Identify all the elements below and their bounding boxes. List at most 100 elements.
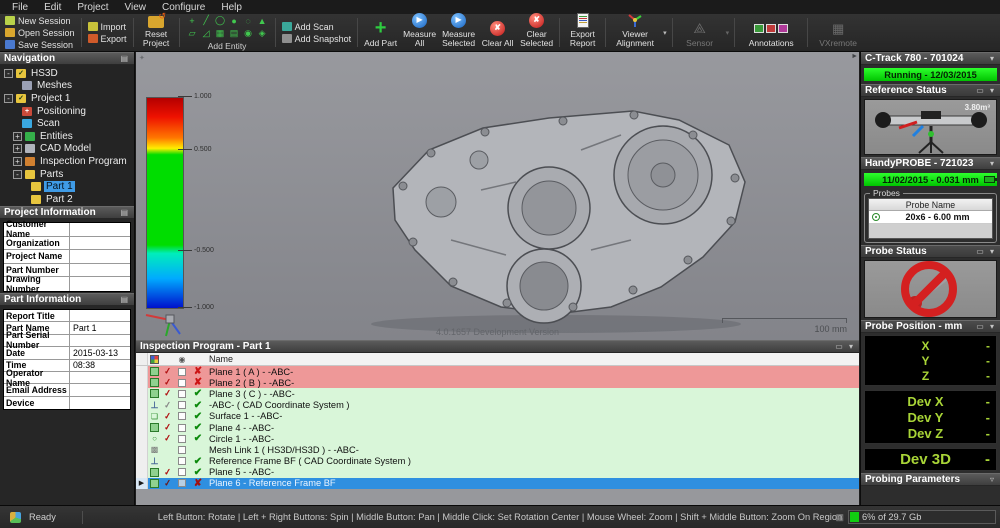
table-row[interactable]: ○✓✔Circle 1 - -ABC-	[136, 433, 859, 444]
menu-file[interactable]: File	[4, 2, 36, 13]
entity-surface-icon[interactable]: ◈	[256, 28, 269, 40]
panel-menu-icon[interactable]: ▤	[120, 208, 130, 217]
table-row[interactable]: ⊥✔Reference Frame BF ( CAD Coordinate Sy…	[136, 456, 859, 467]
menu-view[interactable]: View	[116, 2, 154, 13]
plane-entity-icon	[150, 378, 159, 387]
row-checkbox[interactable]	[178, 446, 186, 454]
collapse-panel-icon[interactable]: ▾	[990, 54, 996, 63]
tree-item-meshes[interactable]: Meshes	[0, 80, 134, 93]
cad-model[interactable]	[331, 90, 781, 335]
row-checkbox[interactable]	[178, 435, 186, 443]
collapse-expander-icon[interactable]: -	[13, 170, 22, 179]
entity-plane-icon[interactable]: ▱	[186, 28, 199, 40]
table-row[interactable]: ✓✔Plane 4 - -ABC-	[136, 422, 859, 433]
row-checkbox[interactable]	[178, 468, 186, 476]
entity-axis-icon[interactable]: +	[186, 15, 199, 27]
entity-point-icon[interactable]: ●	[228, 15, 241, 27]
tree-item-cad-model[interactable]: +CAD Model	[0, 143, 134, 156]
menu-help[interactable]: Help	[213, 2, 250, 13]
add-snapshot-button[interactable]: Add Snapshot	[282, 34, 352, 44]
collapse-section-icon[interactable]: ▾	[990, 86, 996, 95]
tree-item-project1[interactable]: -✓Project 1	[0, 92, 134, 105]
collapse-section-icon[interactable]: ▾	[990, 322, 996, 331]
probing-parameters-header[interactable]: Probing Parameters ▿	[861, 473, 1000, 486]
table-row[interactable]: ✓✘Plane 1 ( A ) - -ABC-	[136, 366, 859, 377]
field-value[interactable]: 2015-03-13	[70, 348, 130, 358]
probe-name: 20x6 - 6.00 mm	[883, 212, 992, 222]
field-value[interactable]: 08:38	[70, 360, 130, 370]
clear-selected-button[interactable]: ✘ Clear Selected	[517, 15, 556, 50]
tree-item-hs3d[interactable]: -✓HS3D	[0, 67, 134, 80]
entity-line-icon[interactable]: ╱	[200, 15, 213, 27]
collapse-section-icon[interactable]: ▾	[990, 247, 996, 256]
collapse-expander-icon[interactable]: +	[13, 157, 22, 166]
export-button[interactable]: Export	[88, 34, 127, 44]
tree-item-part1[interactable]: Part 1	[0, 180, 134, 193]
table-row[interactable]: ▩Mesh Link 1 ( HS3D/HS3D ) - -ABC-	[136, 444, 859, 455]
table-row[interactable]: ✓✔Plane 5 - -ABC-	[136, 467, 859, 478]
entity-sphere-icon[interactable]: ◉	[242, 28, 255, 40]
collapse-expander-icon[interactable]: +	[13, 132, 22, 141]
clear-all-button[interactable]: ✘ Clear All	[478, 15, 517, 50]
table-row-selected[interactable]: ▶✓✘Plane 6 - Reference Frame BF	[136, 478, 859, 489]
row-checkbox[interactable]	[178, 379, 186, 387]
annotations-button[interactable]: Annotations	[738, 15, 804, 50]
field-value[interactable]: Part 1	[70, 323, 130, 333]
collapse-panel-icon[interactable]: ▾	[990, 159, 996, 168]
detach-window-icon[interactable]: ▭	[976, 322, 986, 331]
collapse-panel-icon[interactable]: ▾	[849, 342, 855, 351]
row-checkbox[interactable]	[178, 479, 186, 487]
new-session-button[interactable]: New Session	[5, 16, 75, 26]
save-session-button[interactable]: Save Session	[5, 40, 75, 50]
probe-row[interactable]: 20x6 - 6.00 mm	[869, 211, 992, 224]
entity-ellipse-icon[interactable]: ◌	[242, 15, 255, 27]
reset-project-button[interactable]: ↺ Reset Project	[137, 15, 176, 50]
3d-viewport[interactable]: ✦ ► 1.000 0.500 -0.500 -1.000 4.0.1657 D…	[136, 52, 859, 340]
add-part-button[interactable]: + Add Part	[361, 15, 400, 50]
collapse-section-icon[interactable]: ▿	[990, 475, 996, 484]
menu-edit[interactable]: Edit	[36, 2, 69, 13]
menu-project[interactable]: Project	[69, 2, 116, 13]
collapse-expander-icon[interactable]: -	[4, 69, 13, 78]
row-checkbox[interactable]	[178, 368, 186, 376]
open-session-button[interactable]: Open Session	[5, 28, 75, 38]
detach-window-icon[interactable]: ▭	[835, 342, 845, 351]
detach-window-icon[interactable]: ▭	[976, 86, 986, 95]
tree-item-entities[interactable]: +Entities	[0, 130, 134, 143]
entity-angle-icon[interactable]: ◿	[200, 28, 213, 40]
entity-slab-icon[interactable]: ▤	[228, 28, 241, 40]
measure-all-button[interactable]: ▶ Measure All	[400, 15, 439, 50]
panel-menu-icon[interactable]: ▤	[120, 295, 130, 304]
row-checkbox[interactable]	[178, 401, 186, 409]
row-checkbox[interactable]	[178, 424, 186, 432]
panel-menu-icon[interactable]: ▤	[120, 54, 130, 63]
table-row[interactable]: ❏✓✔Surface 1 - -ABC-	[136, 411, 859, 422]
entity-grid-icon[interactable]: ▦	[214, 28, 227, 40]
tree-item-scan[interactable]: Scan	[0, 117, 134, 130]
import-button[interactable]: Import	[88, 22, 127, 32]
tree-item-part2[interactable]: Part 2	[0, 193, 134, 206]
measure-selected-button[interactable]: ▶ Measure Selected	[439, 15, 478, 50]
panel-collapse-icon[interactable]: ►	[851, 53, 858, 60]
collapse-expander-icon[interactable]: +	[13, 144, 22, 153]
tree-item-positioning[interactable]: +Positioning	[0, 105, 134, 118]
add-entity-group: + ╱ ◯ ● ◌ ▲ ▱ ◿ ▦ ▤ ◉ ◈ Add Entity	[183, 15, 272, 50]
row-checkbox[interactable]	[178, 457, 186, 465]
tree-item-inspection-program[interactable]: +Inspection Program	[0, 155, 134, 168]
table-row[interactable]: ⊥✓✔-ABC- ( CAD Coordinate System )	[136, 400, 859, 411]
viewer-alignment-dropdown-icon[interactable]: ▾	[661, 29, 669, 37]
export-report-button[interactable]: Export Report	[563, 15, 602, 50]
add-scan-button[interactable]: Add Scan	[282, 22, 352, 32]
collapse-expander-icon[interactable]: -	[4, 94, 13, 103]
entity-circle-icon[interactable]: ◯	[214, 15, 227, 27]
detach-window-icon[interactable]: ▭	[976, 247, 986, 256]
inspection-program-icon	[25, 157, 35, 166]
tree-item-parts[interactable]: -Parts	[0, 168, 134, 181]
entity-cone-icon[interactable]: ▲	[256, 15, 269, 27]
row-name: Surface 1 - -ABC-	[206, 411, 282, 421]
viewer-alignment-button[interactable]: Viewer Alignment	[609, 15, 661, 50]
row-checkbox[interactable]	[178, 412, 186, 420]
table-row[interactable]: ✓✔Plane 3 ( C ) - -ABC-	[136, 388, 859, 399]
row-checkbox[interactable]	[178, 390, 186, 398]
table-row[interactable]: ✓✘Plane 2 ( B ) - -ABC-	[136, 377, 859, 388]
